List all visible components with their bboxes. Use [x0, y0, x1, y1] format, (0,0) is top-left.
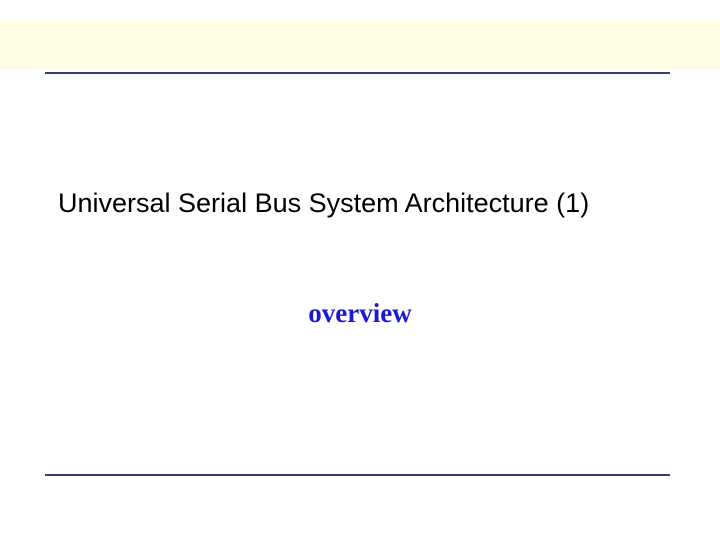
- slide-title: Universal Serial Bus System Architecture…: [58, 188, 589, 219]
- bottom-divider: [45, 474, 670, 476]
- top-divider: [45, 72, 670, 74]
- slide-subtitle: overview: [0, 298, 720, 329]
- header-band: [0, 22, 720, 70]
